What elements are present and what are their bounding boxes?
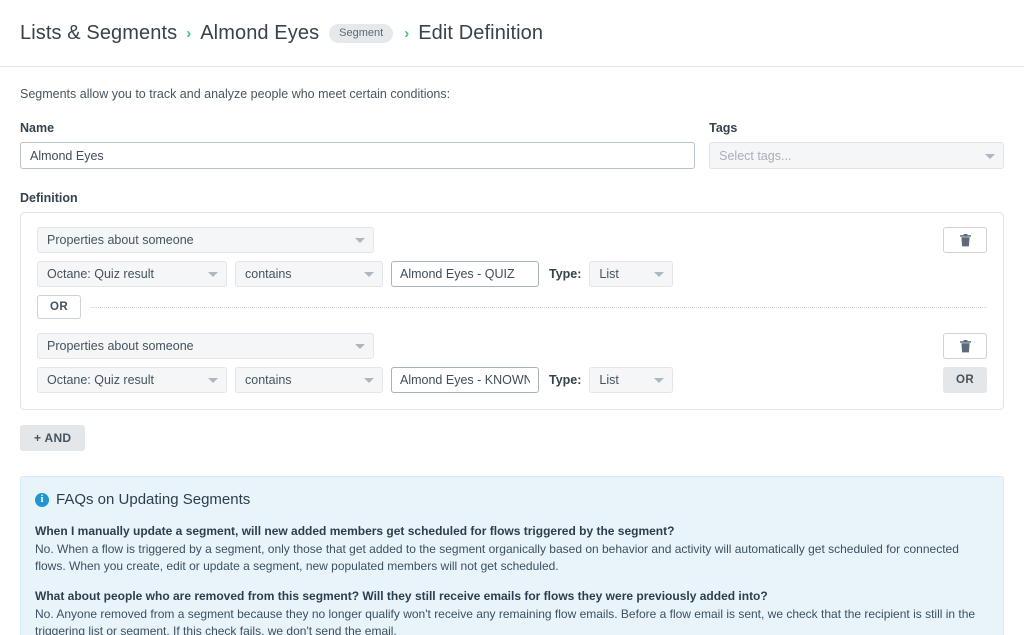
property-select-2-value: Octane: Quiz result — [47, 373, 154, 387]
faq-title: FAQs on Updating Segments — [56, 491, 251, 508]
delete-group-1-button[interactable] — [943, 227, 987, 253]
chevron-down-icon — [654, 378, 665, 383]
chevron-down-icon — [355, 344, 365, 349]
property-select-1-value: Octane: Quiz result — [47, 267, 154, 281]
delete-group-2-button[interactable] — [943, 333, 987, 359]
breadcrumb-chevron-icon: › — [186, 24, 192, 42]
chevron-down-icon — [364, 272, 374, 277]
chevron-down-icon — [355, 238, 365, 243]
info-icon: i — [35, 492, 49, 507]
trash-icon — [959, 339, 971, 352]
chevron-down-icon — [654, 272, 665, 277]
subject-select-2-value: Properties about someone — [47, 339, 194, 353]
faq-panel: i FAQs on Updating Segments When I manua… — [20, 476, 1004, 635]
type-label-2: Type: — [549, 373, 582, 387]
breadcrumb-item-lists-segments[interactable]: Lists & Segments — [20, 22, 177, 45]
faq-title-row: i FAQs on Updating Segments — [35, 491, 989, 508]
operator-select-1-value: contains — [245, 267, 292, 281]
condition-group-1: Properties about someone Octane: Quiz re… — [37, 227, 987, 319]
intro-text: Segments allow you to track and analyze … — [20, 87, 451, 101]
chevron-down-icon — [985, 153, 995, 159]
tags-select[interactable]: Select tags... — [709, 142, 1004, 169]
condition-value-input-2[interactable] — [391, 367, 539, 393]
add-or-condition-button-1[interactable]: OR — [37, 295, 81, 319]
operator-select-2[interactable]: contains — [235, 367, 383, 393]
tags-placeholder: Select tags... — [719, 148, 792, 163]
breadcrumb-chevron-icon-2: › — [404, 24, 410, 42]
trash-icon — [959, 233, 971, 246]
chevron-down-icon — [208, 378, 218, 383]
type-select-1[interactable]: List — [589, 261, 674, 287]
tags-field-group: Tags Select tags... — [709, 121, 1004, 169]
type-label-1: Type: — [549, 267, 582, 281]
subject-select-1[interactable]: Properties about someone — [37, 227, 374, 253]
property-select-2[interactable]: Octane: Quiz result — [37, 367, 227, 393]
operator-select-2-value: contains — [245, 373, 292, 387]
property-select-1[interactable]: Octane: Quiz result — [37, 261, 227, 287]
breadcrumb-item-almond-eyes[interactable]: Almond Eyes — [200, 22, 319, 45]
tags-label: Tags — [709, 121, 738, 135]
chevron-down-icon — [208, 272, 218, 277]
name-field-group: Name — [20, 121, 696, 169]
definition-box: Properties about someone Octane: Quiz re… — [20, 212, 1004, 410]
subject-select-1-value: Properties about someone — [47, 233, 194, 247]
or-divider-row-1: OR — [37, 295, 987, 319]
breadcrumb-item-edit-definition: Edit Definition — [418, 21, 544, 44]
dotted-divider — [91, 306, 987, 308]
name-tags-row: Name Tags Select tags... — [20, 121, 1004, 169]
type-select-2[interactable]: List — [589, 367, 674, 393]
segment-type-badge: Segment — [329, 23, 394, 43]
definition-label: Definition — [20, 191, 78, 205]
name-label: Name — [20, 121, 55, 135]
faq-question-2: What about people who are removed from t… — [35, 588, 768, 603]
subject-select-2[interactable]: Properties about someone — [37, 333, 374, 359]
operator-select-1[interactable]: contains — [235, 261, 383, 287]
chevron-down-icon — [364, 378, 374, 383]
condition-value-input-1[interactable] — [391, 261, 539, 287]
faq-question-1: When I manually update a segment, will n… — [35, 524, 675, 538]
add-or-condition-button-2[interactable]: OR — [943, 367, 987, 393]
breadcrumb: Lists & Segments › Almond Eyes Segment ›… — [0, 0, 1024, 67]
condition-row-2: Octane: Quiz result contains Type: List — [37, 367, 987, 393]
faq-answer-1: No. When a flow is triggered by a segmen… — [35, 542, 959, 574]
condition-row-1: Octane: Quiz result contains Type: List — [37, 261, 987, 287]
type-select-1-value: List — [599, 267, 619, 281]
faq-answer-2: No. Anyone removed from a segment becaus… — [35, 606, 976, 635]
type-select-2-value: List — [599, 373, 619, 387]
condition-group-2: Properties about someone OR Octane: Quiz… — [37, 333, 987, 393]
add-and-condition-button[interactable]: + AND — [20, 425, 86, 451]
segment-name-input[interactable] — [20, 142, 696, 169]
